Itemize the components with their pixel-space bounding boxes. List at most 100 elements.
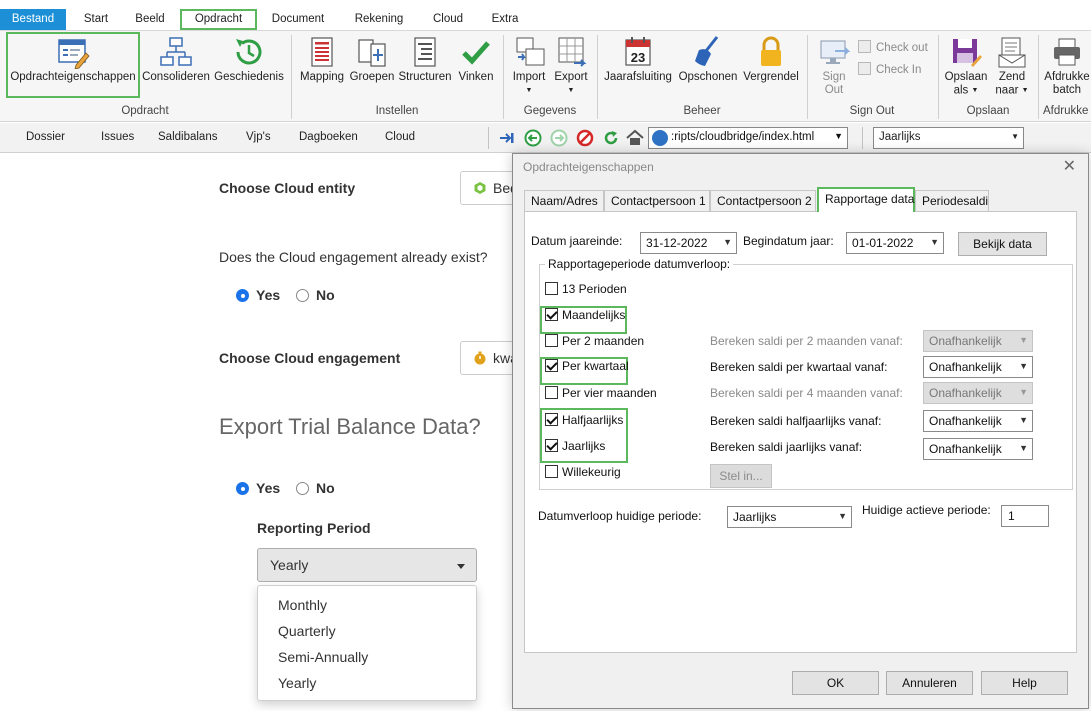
groepen-button[interactable]: Groepen <box>348 35 396 84</box>
sign-out-button[interactable]: Sign Out <box>812 35 856 97</box>
annuleren-button[interactable]: Annuleren <box>886 671 973 695</box>
tab-cloud[interactable]: Cloud <box>428 9 468 30</box>
dialog-tab-rapportage-data[interactable]: Rapportage data <box>817 187 915 212</box>
opschonen-button[interactable]: Opschonen <box>676 35 740 84</box>
bereken-halfjaarlijks-select[interactable]: Onafhankelijk ▼ <box>923 410 1033 432</box>
check-out-button[interactable]: Check out <box>858 40 928 54</box>
nav-tab-dagboeken[interactable]: Dagboeken <box>299 131 358 143</box>
export-no-radio[interactable]: No <box>296 480 335 496</box>
import-button[interactable]: Import ▼ <box>508 35 550 98</box>
chevron-down-icon[interactable]: ▼ <box>723 237 732 247</box>
engagement-exists-yes-radio[interactable]: Yes <box>236 287 280 303</box>
engagement-exists-question: Does the Cloud engagement already exist? <box>219 249 488 265</box>
chevron-down-icon[interactable]: ▼ <box>930 237 939 247</box>
actieve-periode-value: 1 <box>1008 509 1015 523</box>
tab-extra[interactable]: Extra <box>488 9 522 30</box>
checkbox-label: 13 Perioden <box>562 282 627 296</box>
import-dropdown-arrow[interactable]: ▼ <box>526 87 533 94</box>
tab-bestand[interactable]: Bestand <box>0 9 66 30</box>
check-in-icon <box>858 62 871 75</box>
period-select[interactable]: Jaarlijks ▼ <box>873 127 1024 149</box>
export-button[interactable]: Export ▼ <box>550 35 592 98</box>
pin-arrow-icon[interactable] <box>498 129 516 147</box>
period-checkbox-maandelijks[interactable]: Maandelijks <box>545 308 625 322</box>
zend-naar-button[interactable]: Zend naar ▼ <box>990 35 1034 98</box>
bereken-per-kwartaal-select[interactable]: Onafhankelijk ▼ <box>923 356 1033 378</box>
period-checkbox-per-vier-maanden[interactable]: Per vier maanden <box>545 386 657 400</box>
ok-button[interactable]: OK <box>792 671 879 695</box>
nav-tab-issues[interactable]: Issues <box>101 131 134 143</box>
engagement-exists-no-radio[interactable]: No <box>296 287 335 303</box>
checkbox-label: Per vier maanden <box>562 386 657 400</box>
period-select-dropdown-icon[interactable]: ▼ <box>1011 132 1019 141</box>
zend-dropdown-arrow[interactable]: ▼ <box>1022 87 1029 94</box>
close-icon[interactable]: ✕ <box>1063 156 1076 176</box>
nav-tab-vjps[interactable]: Vjp's <box>246 131 271 143</box>
help-button[interactable]: Help <box>981 671 1068 695</box>
groups-icon <box>358 39 386 67</box>
begindatum-jaar-field[interactable]: 01-01-2022 ▼ <box>846 232 944 254</box>
vergrendel-button[interactable]: Vergrendel <box>740 35 802 84</box>
entity-button[interactable]: Bed <box>460 171 520 205</box>
nav-tab-cloud[interactable]: Cloud <box>385 131 415 143</box>
engagement-button[interactable]: kwa <box>460 341 520 375</box>
reporting-period-option-quarterly[interactable]: Quarterly <box>258 618 476 644</box>
afdrukken-label-line2: batch <box>1052 84 1082 96</box>
period-checkbox-willekeurig[interactable]: Willekeurig <box>545 465 621 479</box>
period-checkbox-halfjaarlijks[interactable]: Halfjaarlijks <box>545 413 623 427</box>
select-value: Onafhankelijk <box>929 442 1002 456</box>
checkmark-icon <box>462 41 490 65</box>
consolideren-button[interactable]: Consolideren <box>142 35 210 84</box>
dialog-tab-contactpersoon-2[interactable]: Contactpersoon 2 <box>710 190 816 211</box>
opdrachteigenschappen-button[interactable]: Opdrachteigenschappen <box>8 35 138 84</box>
chevron-down-icon[interactable]: ▼ <box>838 511 847 521</box>
home-icon[interactable] <box>626 129 644 147</box>
period-checkbox-jaarlijks[interactable]: Jaarlijks <box>545 439 605 453</box>
forward-icon[interactable] <box>550 129 568 147</box>
datum-jaareinde-field[interactable]: 31-12-2022 ▼ <box>640 232 737 254</box>
address-bar[interactable]: :ripts/cloudbridge/index.html ▼ <box>648 127 848 149</box>
address-dropdown-icon[interactable]: ▼ <box>834 131 843 141</box>
chevron-down-icon: ▼ <box>1019 387 1028 397</box>
afdrukken-batch-button[interactable]: Afdrukke batch <box>1043 35 1091 97</box>
dialog-tab-naam-adres[interactable]: Naam/Adres <box>524 190 604 211</box>
tab-beeld[interactable]: Beeld <box>128 9 172 30</box>
tab-document[interactable]: Document <box>266 9 330 30</box>
datumverloop-select[interactable]: Jaarlijks ▼ <box>727 506 852 528</box>
back-icon[interactable] <box>524 129 542 147</box>
geschiedenis-button[interactable]: Geschiedenis <box>212 35 286 84</box>
check-in-button[interactable]: Check In <box>858 62 921 76</box>
dialog-tab-contactpersoon-1[interactable]: Contactpersoon 1 <box>604 190 710 211</box>
reporting-period-option-monthly[interactable]: Monthly <box>258 592 476 618</box>
opslaan-als-button[interactable]: Opslaan als ▼ <box>942 35 990 98</box>
nav-tab-dossier[interactable]: Dossier <box>26 131 65 143</box>
structuren-button[interactable]: Structuren <box>396 35 454 84</box>
period-checkbox-per-kwartaal[interactable]: Per kwartaal <box>545 359 629 373</box>
mapping-button[interactable]: Mapping <box>296 35 348 84</box>
refresh-icon[interactable] <box>602 129 620 147</box>
chevron-down-icon[interactable]: ▼ <box>1019 361 1028 371</box>
reporting-period-option-yearly[interactable]: Yearly <box>258 670 476 696</box>
chevron-down-icon[interactable]: ▼ <box>1019 415 1028 425</box>
export-dropdown-arrow[interactable]: ▼ <box>568 87 575 94</box>
tab-rekening[interactable]: Rekening <box>348 9 410 30</box>
jaarafsluiting-button[interactable]: 23 Jaarafsluiting <box>602 35 674 84</box>
vinken-button[interactable]: Vinken <box>454 35 498 84</box>
export-yes-radio[interactable]: Yes <box>236 480 280 496</box>
reporting-period-option-semi-annually[interactable]: Semi-Annually <box>258 644 476 670</box>
stop-icon[interactable] <box>576 129 594 147</box>
bereken-halfjaarlijks-label: Bereken saldi halfjaarlijks vanaf: <box>710 414 882 428</box>
period-checkbox-per-2-maanden[interactable]: Per 2 maanden <box>545 334 644 348</box>
chevron-down-icon[interactable]: ▼ <box>1019 443 1028 453</box>
reporting-period-select[interactable]: Yearly <box>257 548 477 582</box>
bekijk-data-button[interactable]: Bekijk data <box>958 232 1047 256</box>
bereken-jaarlijks-select[interactable]: Onafhankelijk ▼ <box>923 438 1033 460</box>
actieve-periode-input[interactable]: 1 <box>1001 505 1049 527</box>
tab-opdracht[interactable]: Opdracht <box>180 9 257 30</box>
nav-tab-saldibalans[interactable]: Saldibalans <box>158 131 217 143</box>
opslaan-dropdown-arrow[interactable]: ▼ <box>971 87 978 94</box>
opdrachteigenschappen-label: Opdrachteigenschappen <box>10 71 136 83</box>
dialog-tab-periodesaldi[interactable]: Periodesaldi <box>915 190 989 211</box>
tab-start[interactable]: Start <box>76 9 116 30</box>
period-checkbox-13-perioden[interactable]: 13 Perioden <box>545 282 627 296</box>
